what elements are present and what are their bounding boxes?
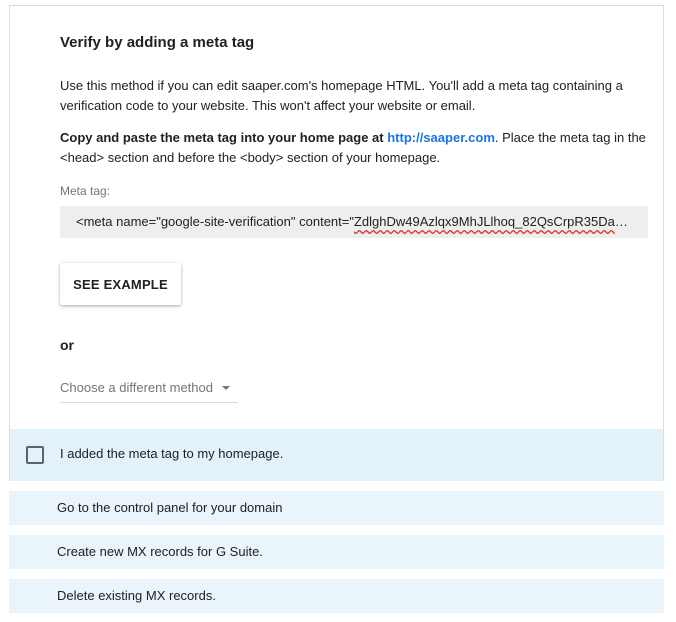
step-control-panel[interactable]: Go to the control panel for your domain bbox=[9, 491, 664, 525]
site-link[interactable]: http://saaper.com bbox=[387, 130, 495, 145]
meta-tag-code-field[interactable]: <meta name="google-site-verification" co… bbox=[60, 206, 648, 238]
choose-method-label: Choose a different method bbox=[60, 380, 213, 395]
section-title: Verify by adding a meta tag bbox=[60, 34, 255, 51]
verify-meta-tag-card: Verify by adding a meta tag Use this met… bbox=[9, 5, 664, 481]
instruction-text: Copy and paste the meta tag into your ho… bbox=[60, 128, 650, 168]
confirm-row[interactable]: I added the meta tag to my homepage. bbox=[10, 429, 663, 481]
see-example-button[interactable]: SEE EXAMPLE bbox=[60, 263, 181, 305]
instruction-bold: Copy and paste the meta tag into your ho… bbox=[60, 130, 384, 145]
meta-tag-prefix: <meta name="google-site-verification" co… bbox=[76, 214, 354, 229]
intro-text: Use this method if you can edit saaper.c… bbox=[60, 78, 623, 113]
step-label: Delete existing MX records. bbox=[57, 588, 216, 603]
step-delete-mx[interactable]: Delete existing MX records. bbox=[9, 579, 664, 613]
dropdown-caret-icon bbox=[222, 386, 230, 390]
step-create-mx[interactable]: Create new MX records for G Suite. bbox=[9, 535, 664, 569]
confirm-checkbox[interactable] bbox=[26, 446, 44, 464]
step-label: Go to the control panel for your domain bbox=[57, 500, 283, 515]
verification-code: ZdlghDw49Azlqx9MhJLlhoq_82QsCrpR35Da1… bbox=[353, 214, 636, 229]
choose-method-dropdown[interactable]: Choose a different method bbox=[60, 380, 238, 403]
confirm-label: I added the meta tag to my homepage. bbox=[60, 446, 284, 461]
step-label: Create new MX records for G Suite. bbox=[57, 544, 263, 559]
meta-tag-label: Meta tag: bbox=[60, 184, 111, 198]
or-separator: or bbox=[60, 337, 74, 353]
